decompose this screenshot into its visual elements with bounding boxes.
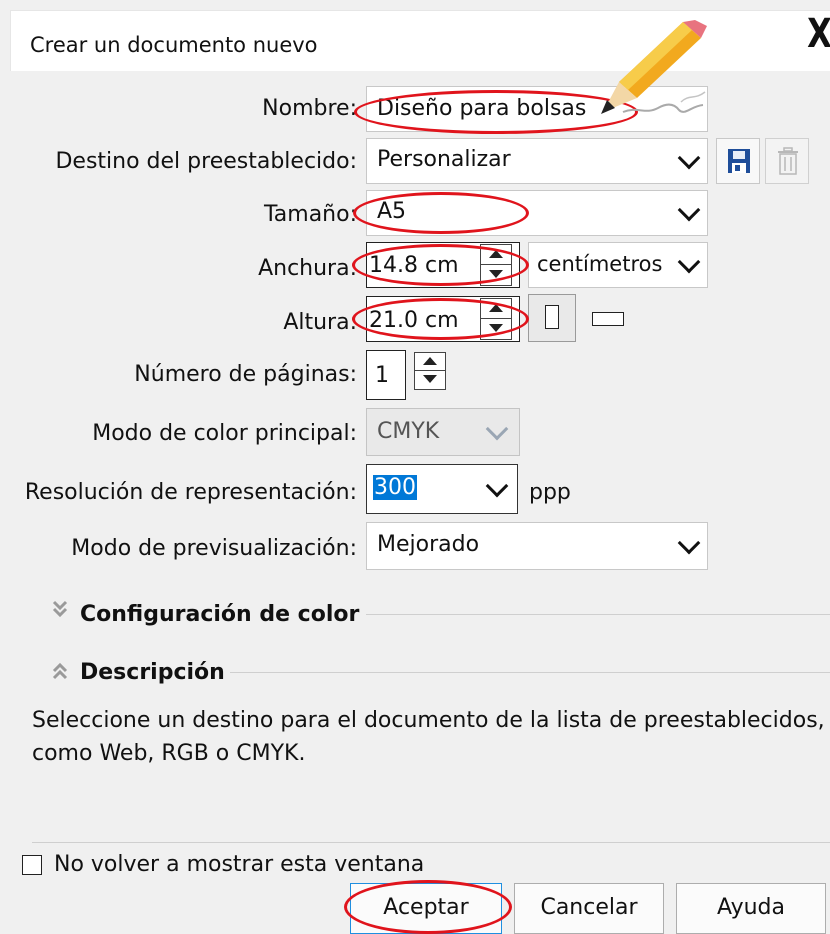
landscape-orientation-button[interactable] (586, 294, 634, 342)
chevron-down-icon (677, 531, 701, 555)
chevron-down-icon (677, 198, 701, 222)
pages-stepper[interactable] (414, 352, 446, 390)
footer-divider (32, 842, 830, 843)
double-chevron-down-icon (52, 600, 68, 618)
portrait-icon (545, 305, 559, 329)
arrow-up-icon (489, 250, 503, 258)
size-value: A5 (377, 199, 407, 224)
unit-dropdown[interactable]: centímetros (528, 242, 708, 288)
arrow-up-icon (423, 357, 437, 365)
arrow-down-icon (489, 270, 503, 278)
color-mode-value: CMYK (377, 419, 440, 444)
landscape-icon (592, 312, 624, 326)
close-button[interactable]: X (807, 11, 830, 57)
preset-dropdown[interactable]: Personalizar (366, 138, 708, 184)
pencil-icon (601, 20, 707, 114)
chevron-down-icon (677, 146, 701, 170)
checkbox-box[interactable] (22, 855, 42, 875)
increment-button[interactable] (415, 353, 445, 371)
width-label: Anchura: (258, 256, 357, 281)
preset-value: Personalizar (377, 147, 511, 172)
width-stepper[interactable] (480, 244, 512, 286)
color-mode-label: Modo de color principal: (92, 421, 357, 446)
preview-label: Modo de previsualización: (71, 536, 357, 561)
resolution-dropdown[interactable]: 300 (366, 464, 518, 514)
increment-button[interactable] (481, 245, 511, 265)
pages-value: 1 (375, 363, 389, 388)
portrait-orientation-button[interactable] (528, 294, 576, 342)
arrow-down-icon (489, 324, 503, 332)
increment-button[interactable] (481, 299, 511, 319)
section-divider (230, 672, 830, 673)
decrement-button[interactable] (415, 371, 445, 389)
chevron-down-icon (485, 474, 509, 498)
dont-show-again-label: No volver a mostrar esta ventana (54, 852, 425, 877)
pages-label: Número de páginas: (134, 362, 357, 387)
decrement-button[interactable] (481, 319, 511, 339)
width-value: 14.8 cm (369, 253, 459, 278)
decrement-button[interactable] (481, 265, 511, 285)
trash-icon (778, 147, 798, 175)
resolution-unit: ppp (529, 480, 571, 505)
preset-label: Destino del preestablecido: (55, 149, 357, 174)
size-label: Tamaño: (263, 202, 357, 227)
help-button[interactable]: Ayuda (676, 883, 826, 934)
cancel-button[interactable]: Cancelar (514, 883, 664, 934)
description-heading: Descripción (80, 660, 225, 685)
resolution-label: Resolución de representación: (24, 480, 357, 505)
save-icon (728, 149, 750, 173)
save-preset-button[interactable] (716, 138, 760, 184)
dialog-title: Crear un documento nuevo (30, 33, 318, 57)
resolution-value: 300 (373, 475, 417, 500)
accept-button[interactable]: Aceptar (350, 883, 502, 934)
delete-preset-button[interactable] (765, 138, 809, 184)
arrow-up-icon (489, 304, 503, 312)
size-dropdown[interactable]: A5 (366, 190, 708, 236)
name-value: Diseño para bolsas (377, 96, 587, 121)
color-mode-dropdown[interactable]: CMYK (366, 408, 520, 456)
unit-value: centímetros (537, 252, 663, 276)
chevron-down-icon (485, 417, 509, 441)
new-document-dialog: Crear un documento nuevo X Nombre: Diseñ… (0, 0, 830, 934)
section-divider (366, 614, 830, 615)
double-chevron-up-icon (52, 662, 68, 680)
height-label: Altura: (283, 310, 357, 335)
pages-input[interactable]: 1 (366, 350, 406, 400)
preview-dropdown[interactable]: Mejorado (366, 522, 708, 570)
height-stepper[interactable] (480, 298, 512, 340)
preview-value: Mejorado (377, 532, 480, 557)
color-settings-heading: Configuración de color (80, 602, 360, 627)
arrow-down-icon (423, 375, 437, 383)
chevron-down-icon (677, 250, 701, 274)
height-value: 21.0 cm (369, 308, 459, 333)
description-text: Seleccione un destino para el documento … (32, 708, 825, 766)
name-label: Nombre: (262, 96, 357, 121)
